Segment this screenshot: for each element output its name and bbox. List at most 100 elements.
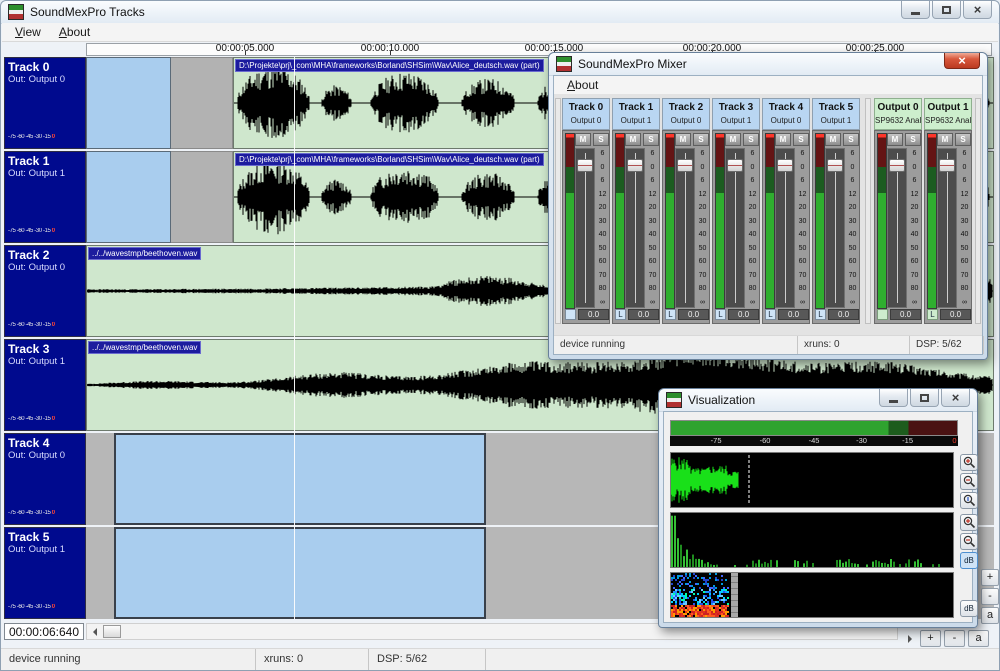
viz-waveform-panel[interactable] [670,452,954,508]
link-button[interactable]: L [765,309,776,320]
track-header[interactable]: Track 0 Out: Output 0 -75 -60 -45 -30 -1… [4,57,86,149]
scroll-right-button[interactable] [902,631,917,646]
link-button[interactable]: L [615,309,626,320]
fader-scale-label: 70 [911,272,919,279]
mute-button[interactable]: M [625,133,641,146]
silence-region[interactable] [171,57,233,149]
spectrum-zoom-out-button[interactable] [960,533,978,550]
fader-scale-label: 30 [599,218,607,225]
fader-handle[interactable] [727,159,743,172]
link-button[interactable] [877,309,888,320]
viz-titlebar[interactable]: Visualization × [659,389,977,412]
solo-button[interactable]: S [793,133,809,146]
zoom-in-button[interactable]: + [981,569,999,586]
solo-button[interactable]: S [743,133,759,146]
viz-spectrogram-panel[interactable] [670,572,954,618]
link-button[interactable] [565,309,576,320]
empty-region[interactable] [86,151,171,243]
track-header[interactable]: Track 1 Out: Output 1 -75 -60 -45 -30 -1… [4,151,86,243]
solo-button[interactable]: S [693,133,709,146]
zoom-out-button[interactable]: - [981,588,999,605]
mute-button[interactable]: M [575,133,591,146]
waveform-zoom-all-button[interactable] [960,492,978,509]
scroll-left-button[interactable] [87,624,102,639]
fader-track[interactable] [775,148,795,308]
menu-item-view[interactable]: View [6,23,50,41]
waveform-zoom-out-button[interactable] [960,473,978,490]
solo-button[interactable]: S [955,133,971,146]
fader-scale-label: 40 [699,231,707,238]
maximize-button[interactable] [932,1,961,19]
empty-clip[interactable] [114,527,486,619]
track-header[interactable]: Track 5 Out: Output 1 -75 -60 -45 -30 -1… [4,527,86,619]
close-button[interactable]: × [941,389,970,407]
solo-button[interactable]: S [643,133,659,146]
waveform-zoom-in-button[interactable] [960,454,978,471]
minimize-button[interactable] [901,1,930,19]
fader-track[interactable] [625,148,645,308]
fader-handle[interactable] [627,159,643,172]
fader-scale: 6061220304050607080∞ [846,148,859,308]
fader-track[interactable] [725,148,745,308]
menu-item-about[interactable]: About [50,23,99,41]
zoom-in-button[interactable]: + [920,630,941,647]
fader-handle[interactable] [677,159,693,172]
mixer-strip: Output 0 SP9632 Analo M S 60612203040506… [874,98,922,324]
close-button[interactable]: × [963,1,992,19]
zoom-all-button[interactable]: a [968,630,989,647]
spectrogram-db-button[interactable]: dB [960,600,978,617]
zoom-out-button[interactable]: - [944,630,965,647]
fader-slot [835,153,836,303]
gain-value: 0.0 [678,309,709,320]
restore-button[interactable] [910,389,939,407]
mixer-strip-body: M S 6061220304050607080∞ L 0.0 [712,130,760,324]
fader-scale-label: 40 [911,231,919,238]
link-button[interactable]: L [715,309,726,320]
fader-track[interactable] [825,148,845,308]
spectrum-zoom-in-button[interactable] [960,514,978,531]
fader-handle[interactable] [577,159,593,172]
fader-track[interactable] [675,148,695,308]
viz-spectrum-panel[interactable] [670,512,954,568]
fader-handle[interactable] [777,159,793,172]
mute-button[interactable]: M [675,133,691,146]
empty-clip[interactable] [114,433,486,525]
link-button[interactable]: L [665,309,676,320]
zoom-all-button[interactable]: a [981,607,999,624]
track-header[interactable]: Track 4 Out: Output 0 -75 -60 -45 -30 -1… [4,433,86,525]
fader-handle[interactable] [827,159,843,172]
spectrum-db-button[interactable]: dB [960,552,978,569]
mute-button[interactable]: M [725,133,741,146]
link-button[interactable]: L [815,309,826,320]
mute-button[interactable]: M [887,133,903,146]
track-header[interactable]: Track 3 Out: Output 1 -75 -60 -45 -30 -1… [4,339,86,431]
mute-button[interactable]: M [937,133,953,146]
link-button[interactable]: L [927,309,938,320]
strip-level-meter [565,133,575,309]
track-header[interactable]: Track 2 Out: Output 0 -75 -60 -45 -30 -1… [4,245,86,337]
minimize-button[interactable] [879,389,908,407]
mute-button[interactable]: M [775,133,791,146]
mixer-titlebar[interactable]: SoundMexPro Mixer × [549,53,987,76]
empty-region[interactable] [86,57,171,149]
silence-region[interactable] [171,151,233,243]
menu-item-about[interactable]: About [558,76,607,94]
fader-track[interactable] [575,148,595,308]
strip-bottom-row: L 0.0 [615,308,659,320]
main-titlebar[interactable]: SoundMexPro Tracks × [1,1,999,24]
mixer-strip: Track 0 Output 0 M S 6061220304050607080… [562,98,610,324]
mixer-close-button[interactable]: × [944,53,980,69]
strip-sub-label: Output 0 [563,113,609,125]
fader-track[interactable] [937,148,957,308]
solo-button[interactable]: S [905,133,921,146]
fader-track[interactable] [887,148,907,308]
scroll-thumb[interactable] [103,625,121,638]
viz-scale-label: 0 [952,436,956,446]
mute-button[interactable]: M [825,133,841,146]
strip-separator [865,98,871,324]
solo-button[interactable]: S [593,133,609,146]
fader-handle[interactable] [939,159,955,172]
fader-scale-label: 60 [799,258,807,265]
fader-handle[interactable] [889,159,905,172]
solo-button[interactable]: S [843,133,859,146]
